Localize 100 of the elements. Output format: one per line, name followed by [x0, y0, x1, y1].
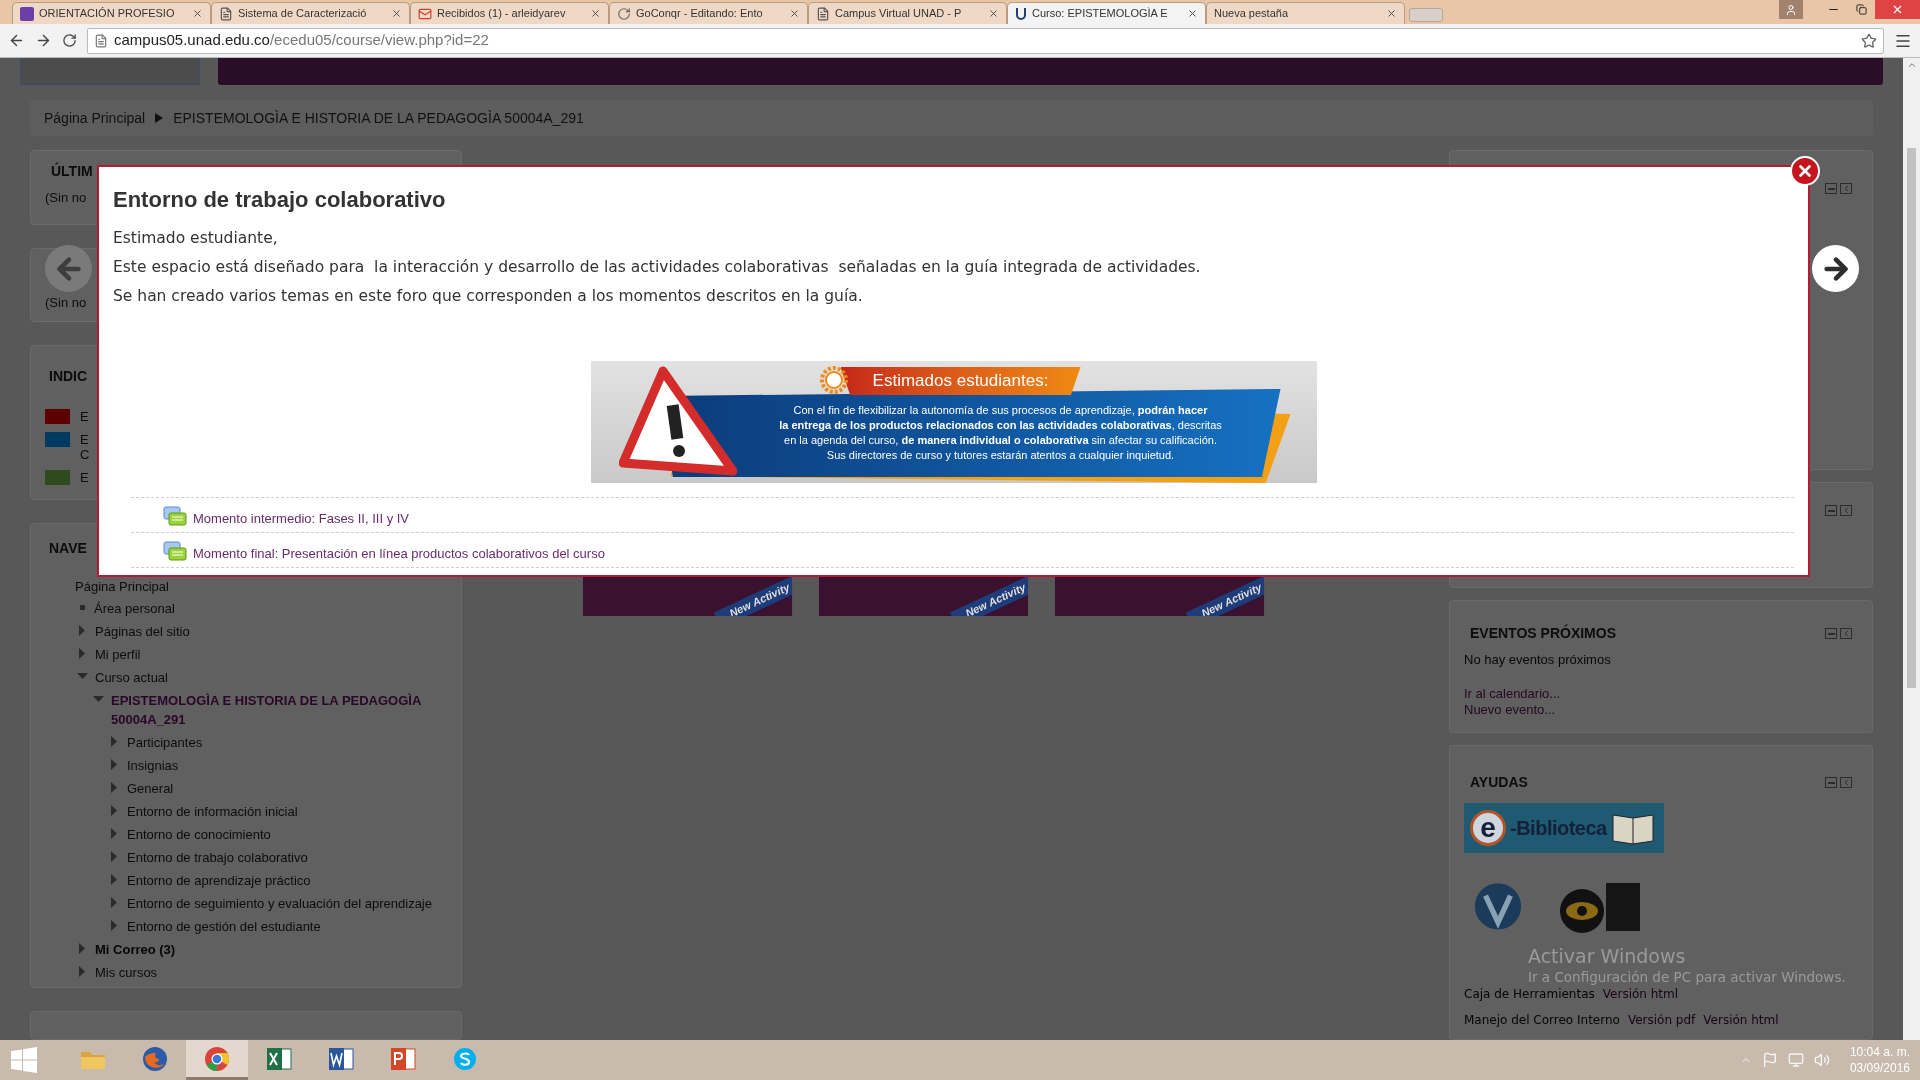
start-icon[interactable] — [10, 1047, 38, 1073]
close-icon — [1796, 162, 1814, 180]
scroll-up-icon[interactable] — [1906, 60, 1917, 70]
forward-icon[interactable] — [35, 32, 52, 49]
library-banner[interactable]: e -Biblioteca — [1464, 803, 1664, 853]
bookmark-star-icon[interactable] — [1861, 32, 1877, 49]
modal-paragraph: Este espacio está diseñado para la interacción y desarrollo de las actividades colaborativas señaladas en la guía integrada de actividades. — [113, 257, 1201, 278]
new-tab-button[interactable] — [1409, 8, 1443, 22]
dock-icon[interactable] — [1840, 505, 1852, 516]
caret-right-icon[interactable] — [109, 850, 120, 862]
browser-tab[interactable]: Sistema de Caracterizació — [211, 2, 410, 24]
tab-title: Curso: EPISTEMOLOGÌA E — [1032, 6, 1169, 22]
browser-tab[interactable]: Recibidos (1) - arleidyarev — [410, 2, 609, 24]
caret-right-icon[interactable] — [109, 735, 120, 747]
nav-link[interactable]: Páginas del sitio — [95, 621, 190, 641]
caret-right-icon[interactable] — [109, 781, 120, 793]
browser-tab[interactable]: Campus Virtual UNAD - P — [808, 2, 1007, 24]
network-icon[interactable] — [1787, 1052, 1804, 1068]
caret-right-icon[interactable] — [77, 965, 88, 977]
caret-right-icon[interactable] — [77, 647, 88, 659]
back-icon[interactable] — [8, 32, 25, 49]
browser-tab[interactable]: Nueva pestaña — [1206, 2, 1405, 24]
banner-text: la entrega de los productos relacionados con las actividades colaborativas, descritas — [779, 418, 1222, 433]
taskbar-app[interactable] — [186, 1040, 248, 1080]
caret-right-icon[interactable] — [77, 942, 88, 954]
minimize-icon[interactable] — [1825, 628, 1837, 639]
block-title: NAVE — [49, 539, 87, 558]
tab-title: GoConqr - Editando: Ento — [636, 6, 764, 22]
caret-right-icon[interactable] — [109, 804, 120, 816]
book-icon — [1610, 811, 1655, 845]
close-icon[interactable] — [1187, 8, 1198, 19]
close-icon[interactable] — [391, 8, 402, 19]
nav-link[interactable]: General — [127, 778, 174, 798]
scrollbar-thumb[interactable] — [1907, 148, 1916, 688]
help-link[interactable]: Versión html — [1703, 1011, 1779, 1029]
nav-link[interactable]: Mi perfil — [95, 644, 141, 664]
caret-down-icon[interactable] — [93, 695, 104, 704]
close-icon — [1891, 3, 1904, 16]
help-link[interactable]: Versión pdf — [1627, 1011, 1696, 1029]
browser-tab[interactable]: ORIENTACIÓN PROFESIO — [12, 2, 211, 24]
browser-tab[interactable]: Curso: EPISTEMOLOGÌA E — [1007, 2, 1206, 24]
nav-link[interactable]: Página Principal — [75, 577, 169, 597]
nav-link[interactable]: Entorno de información inicial — [127, 801, 298, 821]
dock-icon[interactable] — [1840, 628, 1852, 639]
library-letter: e — [1470, 810, 1506, 846]
nav-link[interactable]: Entorno de trabajo colaborativo — [127, 847, 308, 867]
nav-link[interactable]: Mi Correo (3) — [95, 939, 176, 959]
mail-icon — [418, 6, 432, 21]
minimize-icon[interactable] — [1825, 183, 1837, 194]
tab-title: Sistema de Caracterizació — [238, 6, 368, 22]
nav-link[interactable]: EPISTEMOLOGÌA E HISTORIA DE LA PEDAGOGÌA 50004A_291 — [111, 690, 447, 729]
browser-tab[interactable]: GoConqr - Editando: Ento — [609, 2, 808, 24]
nav-link[interactable]: Área personal — [94, 598, 175, 618]
dock-icon[interactable] — [1840, 183, 1852, 194]
caret-right-icon[interactable] — [109, 896, 120, 908]
modal-paragraph: Se han creado varios temas en este foro que corresponden a los momentos descritos en la guía. — [113, 286, 863, 307]
minimize-icon[interactable] — [1825, 505, 1837, 516]
nav-link[interactable]: Mis cursos — [95, 962, 158, 982]
reload-icon[interactable] — [62, 33, 77, 48]
address-field[interactable]: campus05.unad.edu.co/ecedu05/course/view.php?id=22 — [87, 27, 1884, 54]
scrollbar[interactable] — [1903, 58, 1920, 1040]
close-icon[interactable] — [1386, 8, 1397, 19]
nav-link[interactable]: Entorno de aprendizaje práctico — [127, 870, 311, 890]
close-icon[interactable] — [590, 8, 601, 19]
caret-right-icon[interactable] — [109, 919, 120, 931]
profile-button[interactable] — [1779, 0, 1803, 19]
banner-text: en la agenda del curso, de manera individual o colaborativa sin afectar su calificación. — [784, 433, 1217, 448]
clock-time[interactable]: 10:04 a. m. — [1849, 1044, 1910, 1060]
nav-link[interactable]: Entorno de gestión del estudiante — [127, 916, 321, 936]
dock-icon[interactable] — [1840, 777, 1852, 788]
flag-icon[interactable] — [1761, 1052, 1778, 1068]
nav-link[interactable]: Participantes — [127, 732, 203, 752]
nav-link[interactable]: Entorno de seguimiento y evaluación del aprendizaje — [127, 893, 432, 913]
caret-right-icon[interactable] — [77, 624, 88, 636]
logo-icon — [1015, 6, 1027, 21]
caret-right-icon[interactable] — [109, 827, 120, 839]
gear-icon — [818, 365, 849, 395]
warning-icon — [618, 365, 737, 477]
minimize-icon[interactable] — [1825, 777, 1837, 788]
nav-link[interactable]: Curso actual — [95, 667, 168, 687]
nav-link[interactable]: Entorno de conocimiento — [127, 824, 271, 844]
help-link[interactable]: Versión html — [1602, 985, 1679, 1003]
banner-text: Con el fin de flexibilizar la autonomía de sus procesos de aprendizaje, podrán hacer — [793, 403, 1208, 418]
caret-right-icon[interactable] — [109, 873, 120, 885]
caret-down-icon[interactable] — [77, 672, 88, 681]
event-link[interactable]: Ir al calendario... — [1464, 685, 1561, 702]
close-icon[interactable] — [789, 8, 800, 19]
tab-title: Recibidos (1) - arleidyarev — [437, 6, 567, 22]
clock-date[interactable]: 03/09/2016 — [1849, 1060, 1910, 1076]
browser-icon — [203, 1044, 231, 1073]
nav-link[interactable]: Insignias — [127, 755, 179, 775]
event-link[interactable]: Nuevo evento... — [1464, 701, 1556, 718]
close-icon[interactable] — [988, 8, 999, 19]
close-icon[interactable] — [192, 8, 203, 19]
breadcrumb-link[interactable]: Página Principal — [44, 107, 146, 129]
caret-right-icon[interactable] — [109, 758, 120, 770]
forum-topic-link[interactable]: Momento intermedio: Fases II, III y IV — [193, 508, 410, 528]
volume-icon[interactable] — [1813, 1052, 1830, 1068]
modal-paragraph: Estimado estudiante, — [113, 228, 278, 249]
form-icon — [20, 6, 34, 21]
